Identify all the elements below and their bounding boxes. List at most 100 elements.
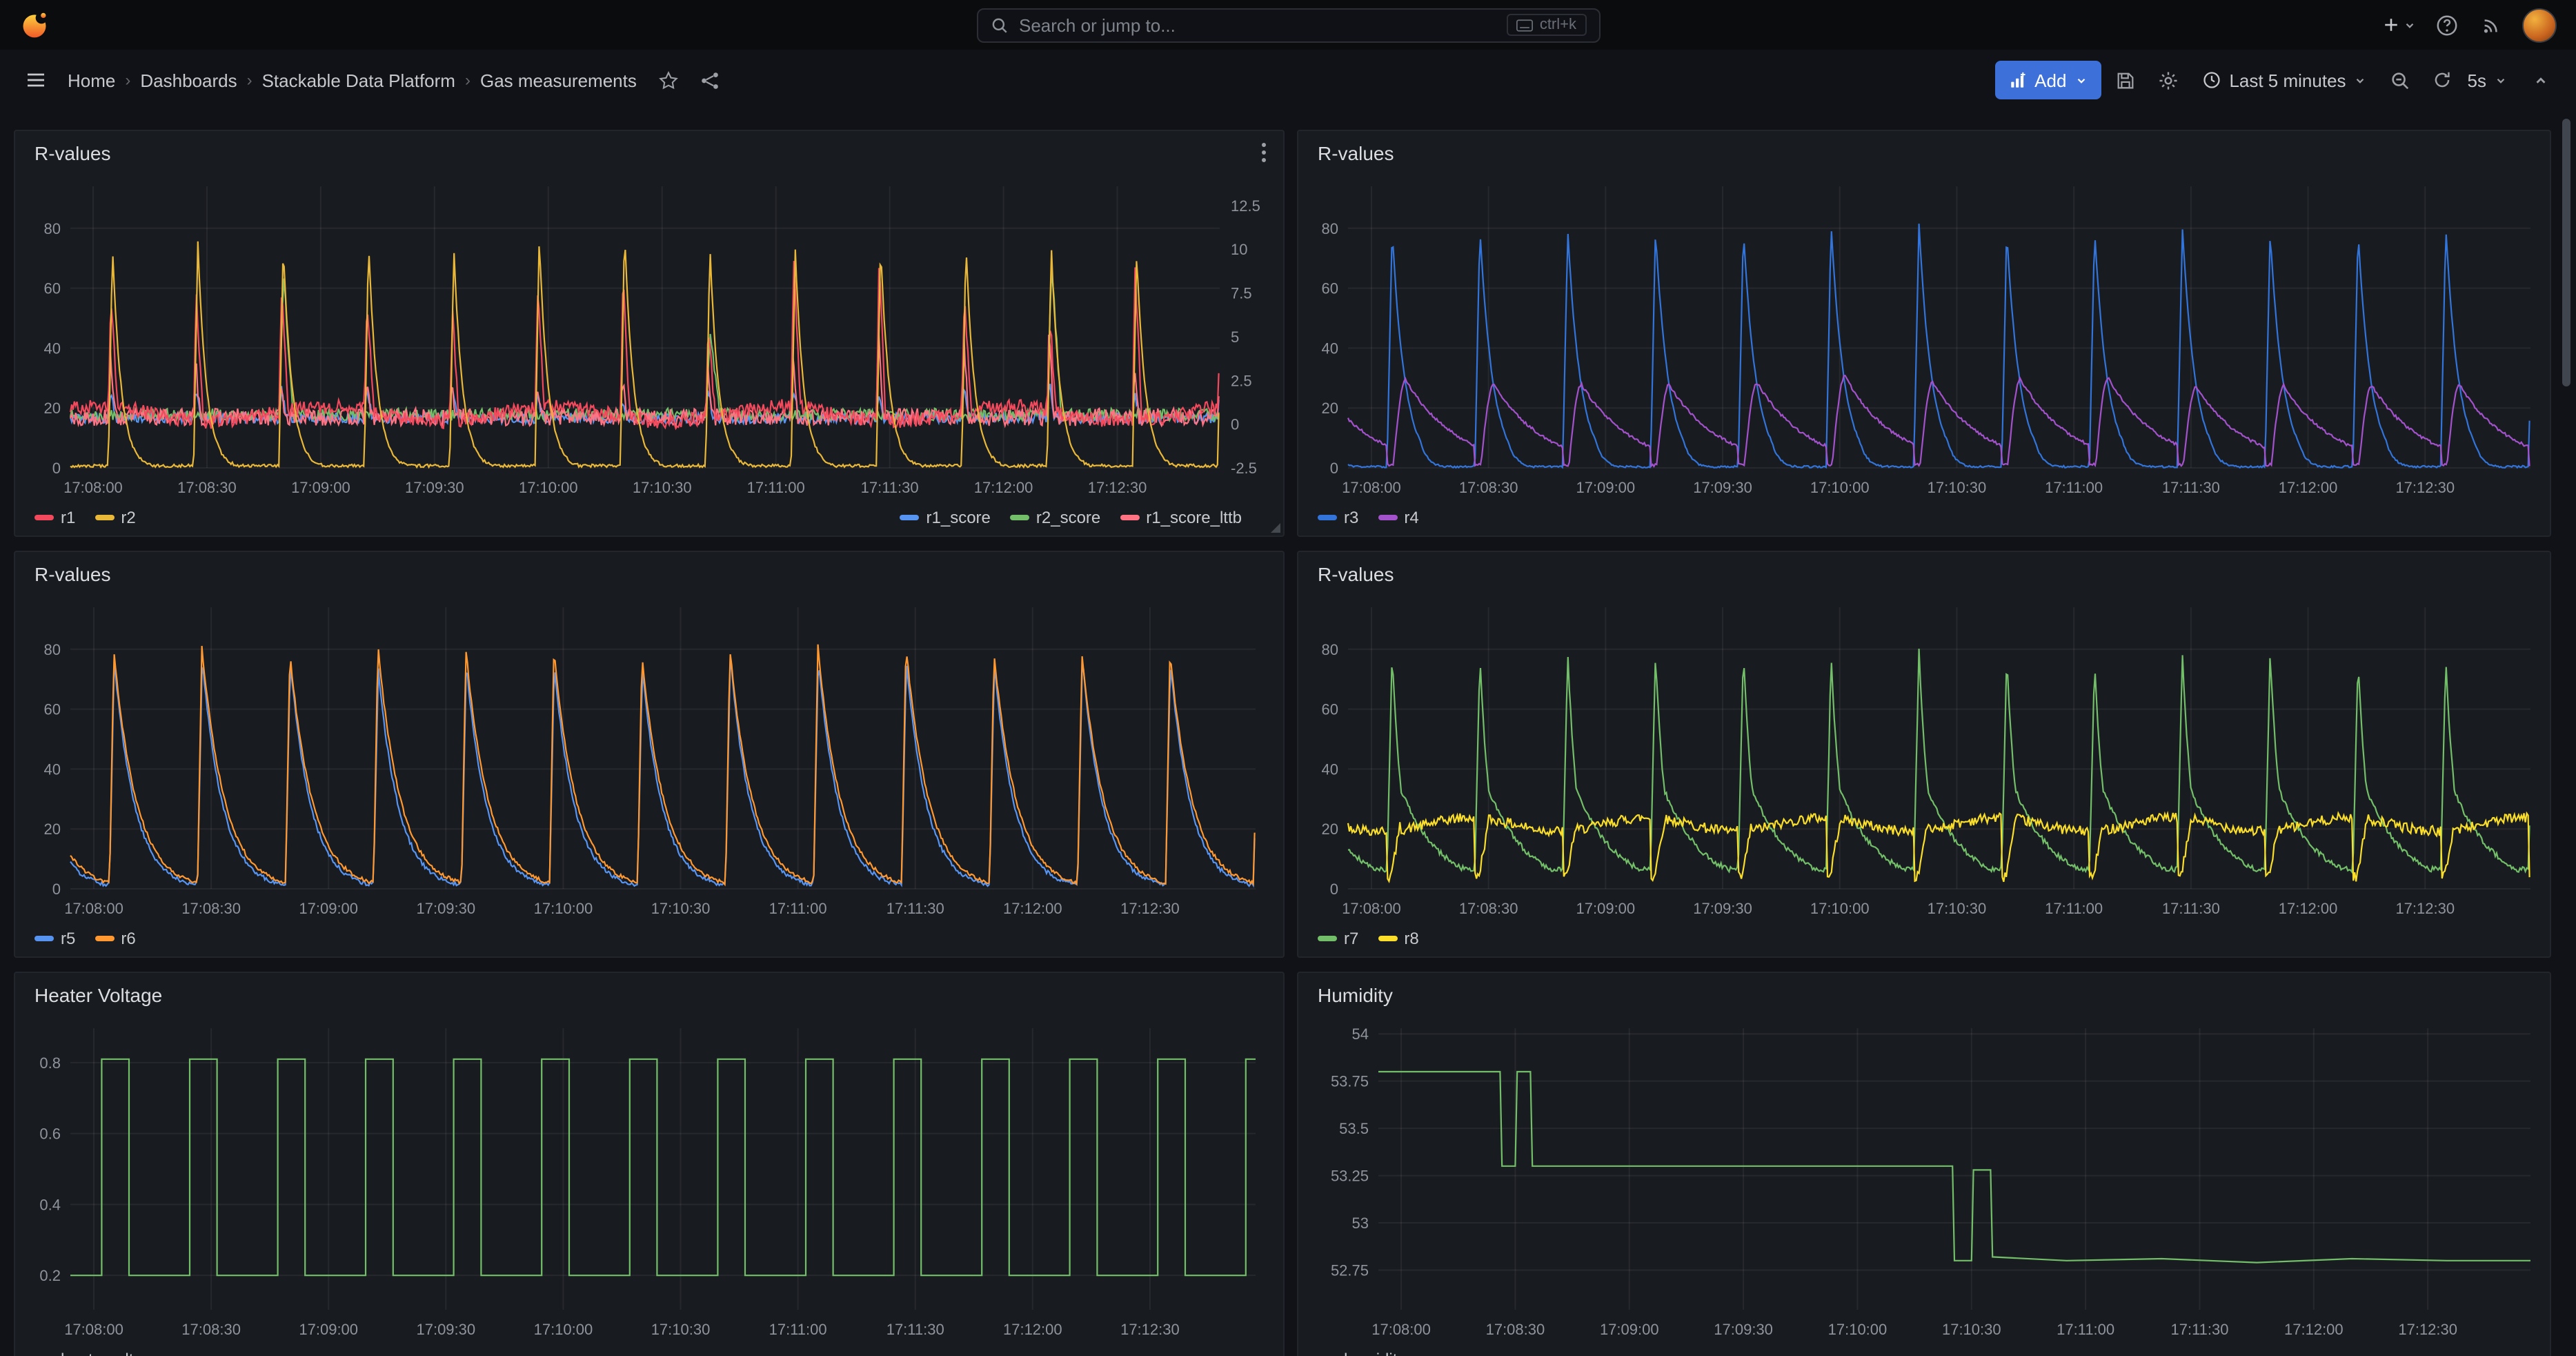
panel-legend: r7 r8 [1318,923,2530,954]
legend-item-r5[interactable]: r5 [34,929,75,948]
x-tick-label: 17:10:00 [1828,1321,1888,1338]
y2-tick-label: -2.5 [1231,460,1257,477]
collapse-toolbar-button[interactable] [2522,61,2558,99]
legend-item-r2[interactable]: r2 [95,508,135,527]
search-shortcut-badge: ctrl+k [1507,14,1586,36]
legend-group-right: r1_score r2_score r1_score_lttb [900,508,1265,527]
x-tick-label: 17:11:30 [886,1321,944,1338]
x-tick-label: 17:09:30 [1693,900,1752,917]
zoom-out-button[interactable] [2382,61,2418,99]
legend-label: r3 [1344,508,1358,527]
chart-area[interactable]: 17:08:0017:08:3017:09:0017:09:3017:10:00… [15,552,1283,956]
x-tick-label: 17:08:00 [64,900,123,917]
breadcrumb-separator: › [247,70,252,90]
chart-svg-5[interactable]: 17:08:0017:08:3017:09:0017:09:3017:10:00… [15,973,1283,1356]
breadcrumb-folder[interactable]: Stackable Data Platform [262,70,455,90]
y-tick-label: 0.4 [39,1196,61,1213]
breadcrumb-home[interactable]: Home [68,70,115,90]
legend-label: humidity [1344,1350,1405,1356]
y-tick-label: 0.8 [39,1054,61,1072]
panel-legend: r5 r6 [34,923,1264,954]
search-input[interactable]: Search or jump to... ctrl+k [976,8,1600,42]
legend-group-left: r7 r8 [1318,929,1419,948]
panel-resize-handle[interactable] [1271,523,1280,533]
x-tick-label: 17:10:30 [1928,900,1987,917]
x-tick-label: 17:12:30 [1120,900,1180,917]
share-button[interactable] [692,61,728,99]
legend-swatch [1378,936,1397,941]
y-tick-label: 20 [1322,400,1338,417]
x-tick-label: 17:12:30 [1120,1321,1180,1338]
legend-item-r1[interactable]: r1 [34,508,75,527]
legend-item-r4[interactable]: r4 [1378,508,1418,527]
legend-item-r1_score[interactable]: r1_score [900,508,991,527]
time-range-label: Last 5 minutes [2229,70,2346,90]
share-icon [700,70,720,90]
legend-group-left: r5 r6 [34,929,136,948]
add-button[interactable]: Add [1994,61,2101,99]
new-menu-button[interactable] [2377,6,2420,44]
dashboard-settings-button[interactable] [2150,61,2186,99]
favorite-button[interactable] [651,61,686,99]
breadcrumb: Home › Dashboards › Stackable Data Platf… [68,70,637,90]
legend-item-r2_score[interactable]: r2_score [1010,508,1100,527]
refresh-interval-picker[interactable]: 5s [2468,61,2515,99]
x-tick-label: 17:11:00 [2045,900,2103,917]
legend-swatch [1318,515,1337,520]
chevron-down-icon [2355,74,2367,86]
x-tick-label: 17:08:30 [1486,1321,1545,1338]
avatar[interactable] [2522,8,2557,42]
legend-item-r8[interactable]: r8 [1378,929,1418,948]
legend-item-r3[interactable]: r3 [1318,508,1358,527]
x-tick-label: 17:09:00 [1576,900,1636,917]
x-tick-label: 17:08:00 [64,1321,123,1338]
chart-svg-3[interactable]: 17:08:0017:08:3017:09:0017:09:3017:10:00… [15,552,1283,956]
breadcrumb-dashboards[interactable]: Dashboards [140,70,237,90]
series-humidity [1378,1072,2530,1263]
search-placeholder: Search or jump to... [1019,14,1176,35]
y-tick-label: 60 [44,280,61,297]
chart-area[interactable]: 17:08:0017:08:3017:09:0017:09:3017:10:00… [15,131,1283,535]
chart-area[interactable]: 17:08:0017:08:3017:09:0017:09:3017:10:00… [1298,131,2550,535]
legend-label: r8 [1404,929,1418,948]
help-button[interactable] [2428,6,2464,44]
legend-item-r6[interactable]: r6 [95,929,135,948]
x-tick-label: 17:12:00 [1003,1321,1062,1338]
chart-svg-1[interactable]: 17:08:0017:08:3017:09:0017:09:3017:10:00… [15,131,1283,535]
mega-menu-button[interactable] [18,61,54,99]
panel-r-values-2: R-values 17:08:0017:08:3017:09:0017:09:3… [1297,130,2551,537]
star-icon [658,70,679,90]
chart-svg-6[interactable]: 17:08:0017:08:3017:09:0017:09:3017:10:00… [1298,973,2550,1356]
time-range-picker[interactable]: Last 5 minutes [2193,61,2375,99]
save-dashboard-button[interactable] [2108,61,2143,99]
legend-item-r1_score_lttb[interactable]: r1_score_lttb [1120,508,1242,527]
breadcrumb-dashboard-title[interactable]: Gas measurements [480,70,637,90]
x-tick-label: 17:08:30 [181,1321,241,1338]
page-scrollbar[interactable] [2562,119,2570,386]
y2-tick-label: 7.5 [1231,285,1252,302]
y-tick-label: 20 [1322,821,1338,838]
x-tick-label: 17:10:00 [1810,479,1870,496]
chart-svg-2[interactable]: 17:08:0017:08:3017:09:0017:09:3017:10:00… [1298,131,2550,535]
chart-area[interactable]: 17:08:0017:08:3017:09:0017:09:3017:10:00… [1298,973,2550,1356]
x-tick-label: 17:11:30 [2162,479,2220,496]
x-tick-label: 17:10:30 [651,1321,711,1338]
y-tick-label: 53.75 [1331,1073,1369,1090]
legend-item-r7[interactable]: r7 [1318,929,1358,948]
refresh-icon [2433,70,2453,90]
refresh-button[interactable] [2425,61,2461,99]
y-tick-label: 0.6 [39,1126,61,1143]
x-tick-label: 17:12:00 [2279,900,2338,917]
x-tick-label: 17:10:00 [534,1321,593,1338]
legend-item-heatervoltage[interactable]: heatervoltage [34,1350,161,1356]
chart-area[interactable]: 17:08:0017:08:3017:09:0017:09:3017:10:00… [1298,552,2550,956]
grafana-logo-icon[interactable] [19,10,50,40]
x-tick-label: 17:11:30 [886,900,944,917]
legend-swatch [34,936,54,941]
legend-swatch [95,515,114,520]
legend-label: r2_score [1036,508,1100,527]
news-button[interactable] [2473,6,2508,44]
chart-area[interactable]: 17:08:0017:08:3017:09:0017:09:3017:10:00… [15,973,1283,1356]
chart-svg-4[interactable]: 17:08:0017:08:3017:09:0017:09:3017:10:00… [1298,552,2550,956]
legend-item-humidity[interactable]: humidity [1318,1350,1405,1356]
